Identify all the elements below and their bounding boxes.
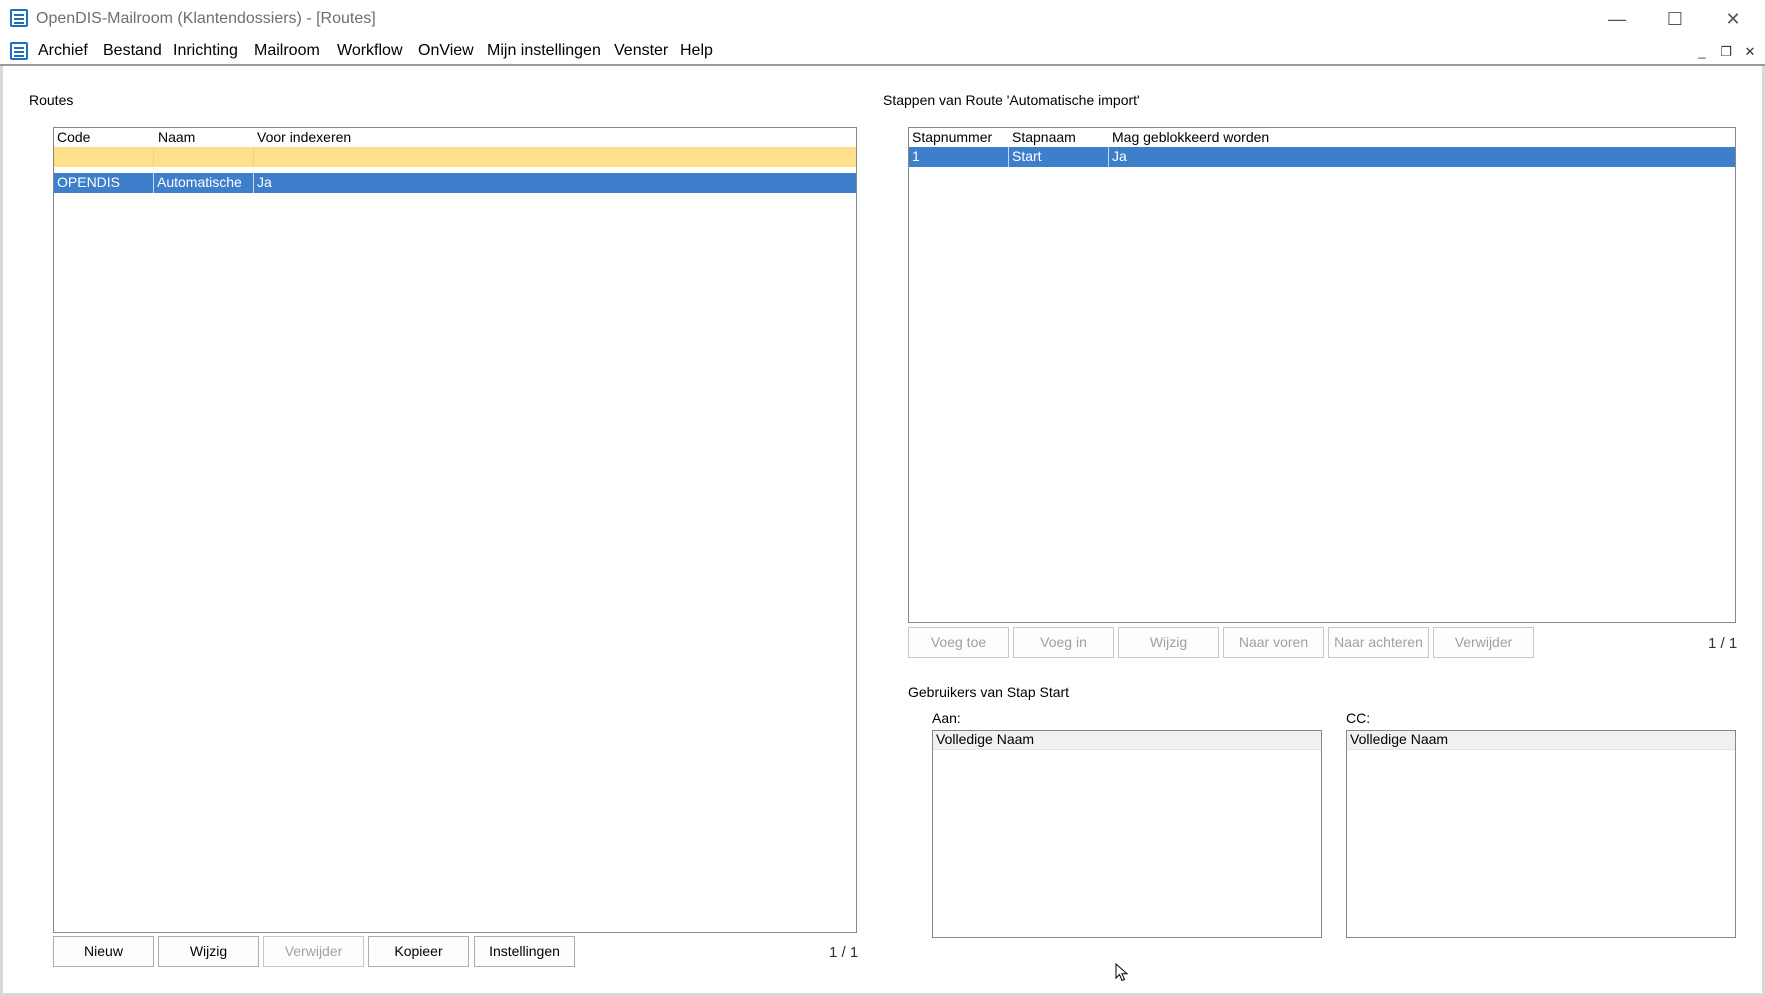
new-row[interactable] — [54, 147, 856, 167]
table-row[interactable]: OPENDIS Automatische Ja — [54, 173, 856, 193]
cc-users-list[interactable]: Volledige Naam — [1346, 730, 1736, 938]
insert-step-button[interactable]: Voeg in — [1013, 627, 1114, 658]
column-stapnaam[interactable]: Stapnaam — [1012, 129, 1076, 145]
app-icon[interactable] — [10, 9, 28, 27]
menu-workflow[interactable]: Workflow — [337, 42, 403, 60]
table-row[interactable]: 1 Start Ja — [909, 147, 1735, 167]
copy-button[interactable]: Kopieer — [368, 936, 469, 967]
users-divider — [908, 704, 1736, 705]
steps-table-header: Stapnummer Stapnaam Mag geblokkeerd word… — [909, 128, 1735, 146]
new-row-voor-indexeren[interactable] — [254, 147, 856, 167]
delete-button[interactable]: Verwijder — [263, 936, 364, 967]
mdi-app-icon[interactable] — [10, 42, 28, 60]
cell-code[interactable]: OPENDIS — [54, 173, 154, 193]
mdi-close-icon[interactable]: ✕ — [1741, 43, 1759, 61]
column-code[interactable]: Code — [57, 129, 90, 145]
column-voor-indexeren[interactable]: Voor indexeren — [257, 129, 351, 145]
window-title: OpenDIS-Mailroom (Klantendossiers) - [Ro… — [36, 10, 376, 27]
column-mag-geblokkeerd[interactable]: Mag geblokkeerd worden — [1112, 129, 1269, 145]
cell-stapnaam[interactable]: Start — [1009, 147, 1109, 167]
to-label: Aan: — [932, 710, 961, 726]
cell-naam[interactable]: Automatische — [154, 173, 254, 193]
menu-help[interactable]: Help — [680, 42, 713, 60]
edit-step-button[interactable]: Wijzig — [1118, 627, 1219, 658]
menu-mijn-instellingen[interactable]: Mijn instellingen — [487, 42, 601, 60]
to-column-header[interactable]: Volledige Naam — [933, 731, 1321, 750]
title-bar: OpenDIS-Mailroom (Klantendossiers) - [Ro… — [0, 0, 1765, 38]
column-naam[interactable]: Naam — [158, 129, 195, 145]
menu-bar: Archief Bestand Inrichting Mailroom Work… — [0, 38, 1765, 66]
cell-stapnummer[interactable]: 1 — [909, 147, 1009, 167]
mdi-restore-icon[interactable]: ❐ — [1717, 43, 1735, 61]
to-users-list[interactable]: Volledige Naam — [932, 730, 1322, 938]
close-icon[interactable]: ✕ — [1708, 6, 1758, 32]
new-row-naam[interactable] — [154, 147, 254, 167]
menu-archief[interactable]: Archief — [38, 42, 88, 60]
users-section-label: Gebruikers van Stap Start — [908, 684, 1070, 700]
edit-button[interactable]: Wijzig — [158, 936, 259, 967]
routes-section-label: Routes — [29, 92, 74, 108]
cell-mag-geblokkeerd[interactable]: Ja — [1109, 147, 1735, 167]
maximize-icon[interactable]: ☐ — [1650, 6, 1700, 32]
new-row-code[interactable] — [54, 147, 154, 167]
menu-bestand[interactable]: Bestand — [103, 42, 162, 60]
steps-divider — [883, 112, 1736, 113]
move-forward-button[interactable]: Naar voren — [1223, 627, 1324, 658]
routes-table[interactable]: Code Naam Voor indexeren OPENDIS Automat… — [53, 127, 857, 933]
menu-onview[interactable]: OnView — [418, 42, 474, 60]
cc-column-header[interactable]: Volledige Naam — [1347, 731, 1735, 750]
menu-inrichting[interactable]: Inrichting — [173, 42, 238, 60]
steps-record-counter: 1 / 1 — [1708, 635, 1738, 652]
move-backward-button[interactable]: Naar achteren — [1328, 627, 1429, 658]
settings-button[interactable]: Instellingen — [474, 936, 575, 967]
minimize-icon[interactable]: — — [1592, 6, 1642, 32]
routes-table-header: Code Naam Voor indexeren — [54, 128, 856, 146]
mdi-minimize-icon[interactable]: _ — [1693, 43, 1711, 61]
steps-section-label: Stappen van Route 'Automatische import' — [883, 92, 1140, 108]
menu-mailroom[interactable]: Mailroom — [254, 42, 320, 60]
routes-record-counter: 1 / 1 — [829, 944, 859, 961]
menu-venster[interactable]: Venster — [614, 42, 668, 60]
steps-table[interactable]: Stapnummer Stapnaam Mag geblokkeerd word… — [908, 127, 1736, 623]
column-stapnummer[interactable]: Stapnummer — [912, 129, 992, 145]
delete-step-button[interactable]: Verwijder — [1433, 627, 1534, 658]
cell-voor-indexeren[interactable]: Ja — [254, 173, 856, 193]
mouse-cursor-icon — [1115, 963, 1129, 982]
routes-divider — [29, 112, 858, 113]
add-step-button[interactable]: Voeg toe — [908, 627, 1009, 658]
cc-label: CC: — [1346, 710, 1371, 726]
new-button[interactable]: Nieuw — [53, 936, 154, 967]
